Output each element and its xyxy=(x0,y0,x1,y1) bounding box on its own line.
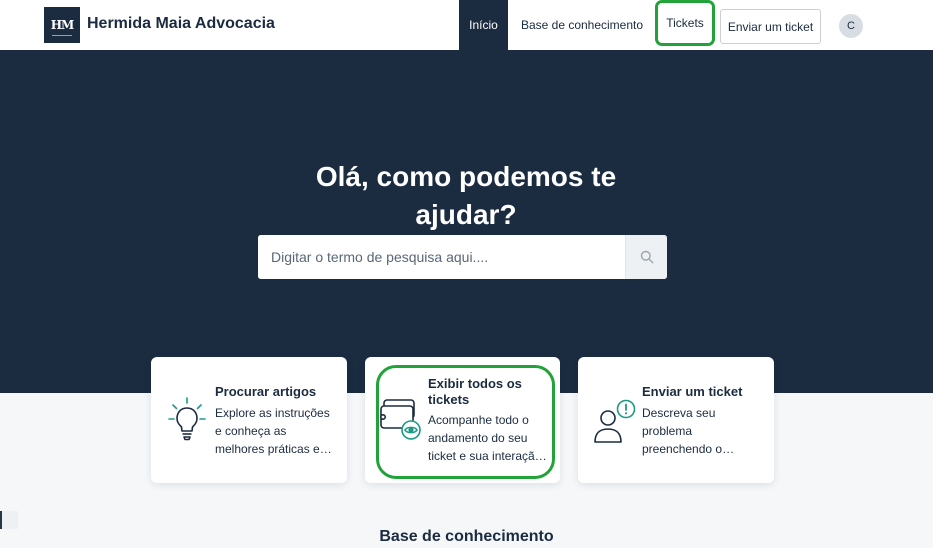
nav-tickets[interactable]: Tickets xyxy=(655,0,715,46)
top-header: HM Hermida Maia Advocacia Início Base de… xyxy=(0,0,933,50)
lightbulb-icon xyxy=(168,397,206,441)
card-title: Enviar um ticket xyxy=(642,384,743,399)
search-input[interactable] xyxy=(258,235,625,279)
user-avatar[interactable]: C xyxy=(839,14,863,38)
hero-title: Olá, como podemos te ajudar? xyxy=(315,161,617,230)
card-description: Explore as instruções e conheça as melho… xyxy=(215,406,330,456)
logo-text: HM xyxy=(50,18,75,32)
highlight-outline xyxy=(376,365,555,479)
company-logo[interactable]: HM xyxy=(44,7,80,43)
knowledge-base-heading: Base de conhecimento xyxy=(379,528,554,545)
card-title: Procurar artigos xyxy=(215,384,317,399)
search-button[interactable] xyxy=(625,235,667,279)
card-description: Descreva seu problema preenchendo o form… xyxy=(642,406,723,456)
card-submit-ticket[interactable]: Enviar um ticket Descreva seu problema p… xyxy=(578,357,774,483)
nav-knowledge-base[interactable]: Base de conhecimento xyxy=(519,0,645,50)
submit-ticket-button[interactable]: Enviar um ticket xyxy=(720,9,821,44)
search-bar xyxy=(258,235,667,279)
search-icon xyxy=(640,250,654,264)
nav-home[interactable]: Início xyxy=(459,0,508,50)
card-browse-articles[interactable]: Procurar artigos Explore as instruções e… xyxy=(151,357,347,483)
scroll-marker xyxy=(0,511,18,529)
user-alert-icon xyxy=(594,399,636,443)
brand-name[interactable]: Hermida Maia Advocacia xyxy=(87,15,275,33)
